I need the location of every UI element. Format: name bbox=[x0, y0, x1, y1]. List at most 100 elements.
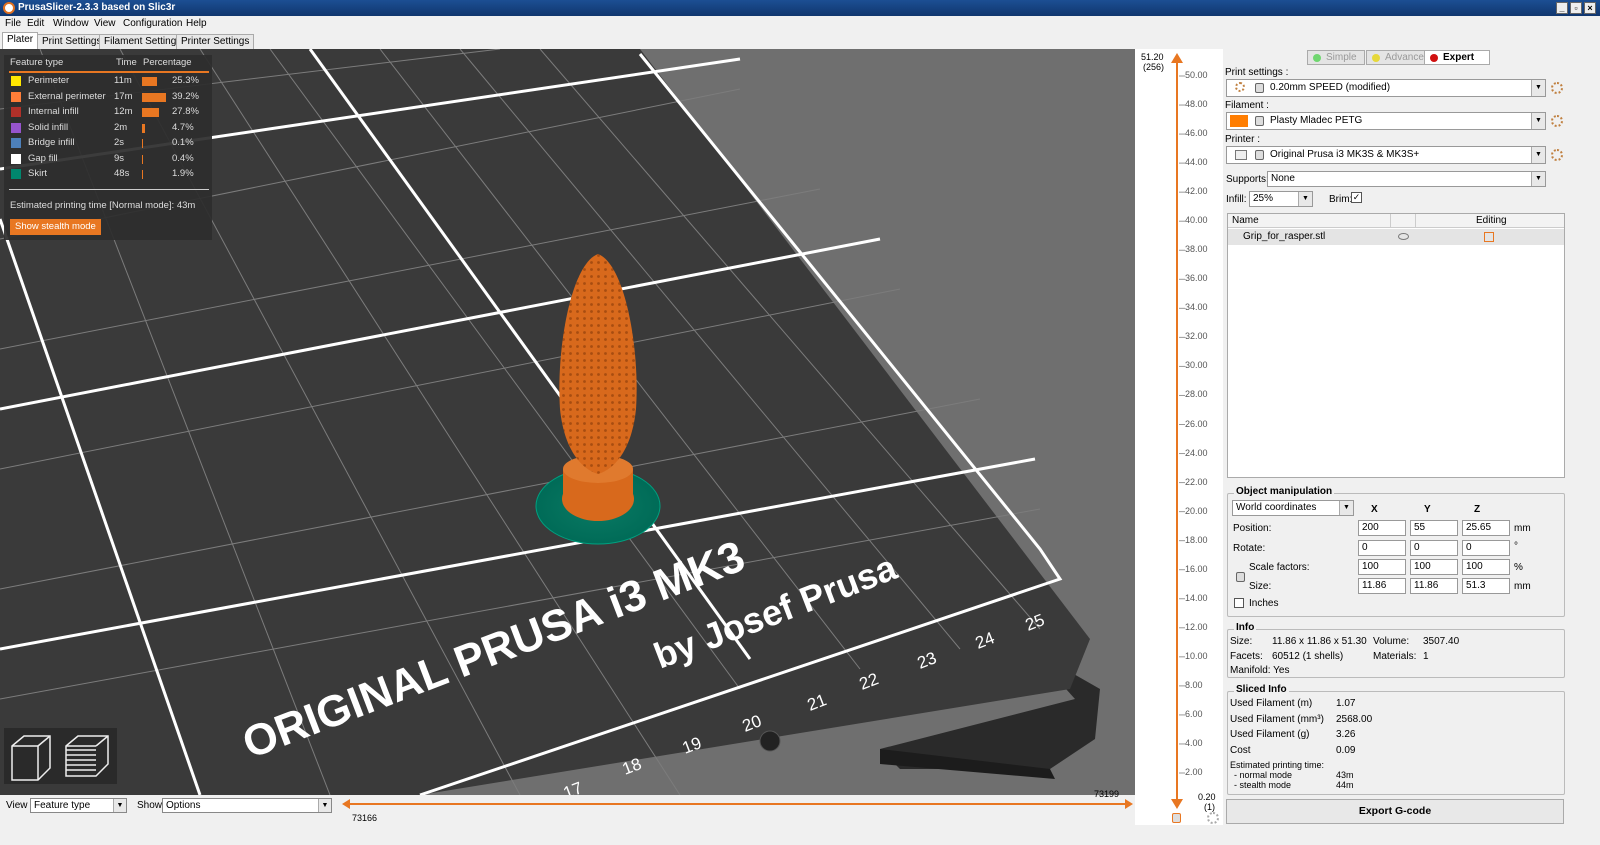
rotate-x-input[interactable]: 0 bbox=[1358, 540, 1406, 556]
list-item[interactable]: Grip_for_rasper.stl bbox=[1228, 229, 1564, 245]
menu-help[interactable]: Help bbox=[186, 16, 207, 32]
view-type-select[interactable]: Feature type ▼ bbox=[30, 798, 127, 813]
layer-tick-label: 24.00 bbox=[1185, 447, 1208, 458]
legend-row: External perimeter 17m 39.2% bbox=[4, 90, 212, 105]
mode-expert-button[interactable]: Expert bbox=[1424, 50, 1490, 65]
legend-feature-name: External perimeter bbox=[28, 90, 106, 102]
scale-lock-icon[interactable] bbox=[1236, 572, 1245, 582]
tab-filament-settings[interactable]: Filament Settings bbox=[99, 34, 187, 49]
settings-icon bbox=[1235, 82, 1245, 92]
legend-feature-percent: 0.1% bbox=[172, 137, 194, 148]
info-size-value: 11.86 x 11.86 x 51.30 bbox=[1272, 636, 1367, 647]
legend-percentage-bar bbox=[142, 92, 166, 102]
rotate-z-input[interactable]: 0 bbox=[1462, 540, 1510, 556]
size-z-input[interactable]: 51.3 bbox=[1462, 578, 1510, 594]
edit-preset-gear-icon[interactable] bbox=[1551, 149, 1563, 161]
show-stealth-mode-button[interactable]: Show stealth mode bbox=[10, 219, 101, 235]
scale-x-input[interactable]: 100 bbox=[1358, 559, 1406, 575]
edit-icon[interactable] bbox=[1484, 232, 1494, 242]
size-unit: mm bbox=[1514, 581, 1531, 592]
close-button[interactable]: × bbox=[1584, 2, 1596, 14]
layers-view-icon[interactable] bbox=[65, 735, 109, 777]
filament-label: Filament : bbox=[1225, 100, 1269, 111]
column-editing-header[interactable]: Editing bbox=[1476, 215, 1507, 226]
legend-feature-time: 48s bbox=[114, 168, 130, 179]
edit-preset-gear-icon[interactable] bbox=[1551, 115, 1563, 127]
menu-edit[interactable]: Edit bbox=[27, 16, 44, 32]
printer-label: Printer : bbox=[1225, 134, 1261, 145]
position-x-input[interactable]: 200 bbox=[1358, 520, 1406, 536]
gear-icon[interactable] bbox=[1207, 812, 1219, 824]
tab-plater[interactable]: Plater bbox=[2, 32, 39, 49]
legend-percentage-bar bbox=[142, 154, 143, 164]
coordinates-select[interactable]: World coordinates ▼ bbox=[1232, 500, 1354, 516]
object-manipulation-title: Object manipulation bbox=[1234, 486, 1335, 497]
position-z-input[interactable]: 25.65 bbox=[1462, 520, 1510, 536]
inches-checkbox[interactable] bbox=[1234, 598, 1244, 608]
legend-row: Skirt 48s 1.9% bbox=[4, 167, 212, 182]
slider-left-handle[interactable] bbox=[342, 799, 350, 809]
infill-select[interactable]: 25% ▼ bbox=[1249, 191, 1313, 207]
sliced-normal-label: - normal mode bbox=[1234, 770, 1293, 780]
3d-view-icon[interactable] bbox=[11, 735, 51, 781]
chevron-down-icon: ▼ bbox=[113, 799, 126, 812]
slider-right-handle[interactable] bbox=[1125, 799, 1133, 809]
menu-view[interactable]: View bbox=[94, 16, 116, 32]
info-volume-label: Volume: bbox=[1373, 636, 1410, 647]
estimated-time-label: Estimated printing time [Normal mode]: 4… bbox=[10, 200, 196, 211]
bottom-layer-index: (1) bbox=[1204, 802, 1215, 812]
supports-label: Supports: bbox=[1226, 174, 1269, 185]
layer-tick-label: 42.00 bbox=[1185, 186, 1208, 197]
filament-select[interactable]: Plasty Mladec PETG ▼ bbox=[1226, 112, 1546, 130]
column-name-header[interactable]: Name bbox=[1232, 215, 1259, 226]
legend-feature-time: 17m bbox=[114, 90, 133, 102]
legend-feature-time: 2s bbox=[114, 137, 125, 148]
filament-color-swatch bbox=[1230, 115, 1248, 127]
menu-configuration[interactable]: Configuration bbox=[123, 16, 182, 32]
position-y-input[interactable]: 55 bbox=[1410, 520, 1458, 536]
legend-feature-time: 11m bbox=[114, 75, 132, 86]
layer-slider[interactable]: 51.20 (256) 50.00 48.00 46.00 44.00 42.00 40.… bbox=[1135, 49, 1223, 825]
scale-z-input[interactable]: 100 bbox=[1462, 559, 1510, 575]
edit-preset-gear-icon[interactable] bbox=[1551, 82, 1563, 94]
menu-file[interactable]: File bbox=[5, 16, 21, 32]
object-manipulation-panel: Object manipulation World coordinates ▼ X… bbox=[1227, 486, 1565, 617]
legend-row: Perimeter 11m 25.3% bbox=[4, 74, 212, 89]
show-options-select[interactable]: Options ▼ bbox=[162, 798, 332, 813]
layer-tick-label: 46.00 bbox=[1185, 128, 1208, 139]
layer-tick-label: 26.00 bbox=[1185, 418, 1208, 429]
printer-select[interactable]: Original Prusa i3 MK3S & MK3S+ ▼ bbox=[1226, 146, 1546, 164]
legend-feature-name: Solid infill bbox=[28, 121, 69, 133]
legend-feature-percent: 4.7% bbox=[172, 121, 194, 133]
eye-visibility-icon[interactable] bbox=[1398, 233, 1409, 240]
tab-print-settings[interactable]: Print Settings bbox=[37, 34, 107, 49]
prusa-logo-icon bbox=[3, 2, 15, 14]
rotate-y-input[interactable]: 0 bbox=[1410, 540, 1458, 556]
layer-lower-handle[interactable] bbox=[1171, 799, 1183, 809]
sliced-info-key: Cost bbox=[1230, 744, 1251, 756]
minimize-button[interactable]: _ bbox=[1556, 2, 1568, 14]
h-slider-left-value: 73166 bbox=[352, 813, 378, 823]
brim-checkbox[interactable]: ✓ bbox=[1351, 192, 1362, 203]
menu-window[interactable]: Window bbox=[53, 16, 89, 32]
object-list[interactable]: Name Editing Grip_for_rasper.stl bbox=[1227, 213, 1565, 478]
tab-printer-settings[interactable]: Printer Settings bbox=[176, 34, 255, 49]
print-settings-select[interactable]: 0.20mm SPEED (modified) ▼ bbox=[1226, 79, 1546, 97]
mode-simple-button[interactable]: Simple bbox=[1307, 50, 1365, 65]
legend-percentage-bar bbox=[142, 170, 143, 179]
layer-tick-label: 40.00 bbox=[1185, 215, 1208, 226]
legend-feature-percent: 1.9% bbox=[172, 168, 194, 179]
scale-y-input[interactable]: 100 bbox=[1410, 559, 1458, 575]
maximize-button[interactable]: ▫ bbox=[1570, 2, 1582, 14]
legend-color-swatch bbox=[11, 91, 21, 102]
size-x-input[interactable]: 11.86 bbox=[1358, 578, 1406, 594]
chevron-down-icon: ▼ bbox=[318, 799, 331, 812]
lock-icon[interactable] bbox=[1172, 813, 1181, 823]
position-unit: mm bbox=[1514, 523, 1531, 534]
supports-select[interactable]: None ▼ bbox=[1267, 171, 1546, 187]
export-gcode-button[interactable]: Export G-code bbox=[1226, 799, 1564, 824]
layer-upper-handle[interactable] bbox=[1171, 53, 1183, 63]
window-title: PrusaSlicer-2.3.3 based on Slic3r bbox=[18, 2, 176, 13]
size-y-input[interactable]: 11.86 bbox=[1410, 578, 1458, 594]
legend-feature-name: Perimeter bbox=[28, 75, 70, 86]
